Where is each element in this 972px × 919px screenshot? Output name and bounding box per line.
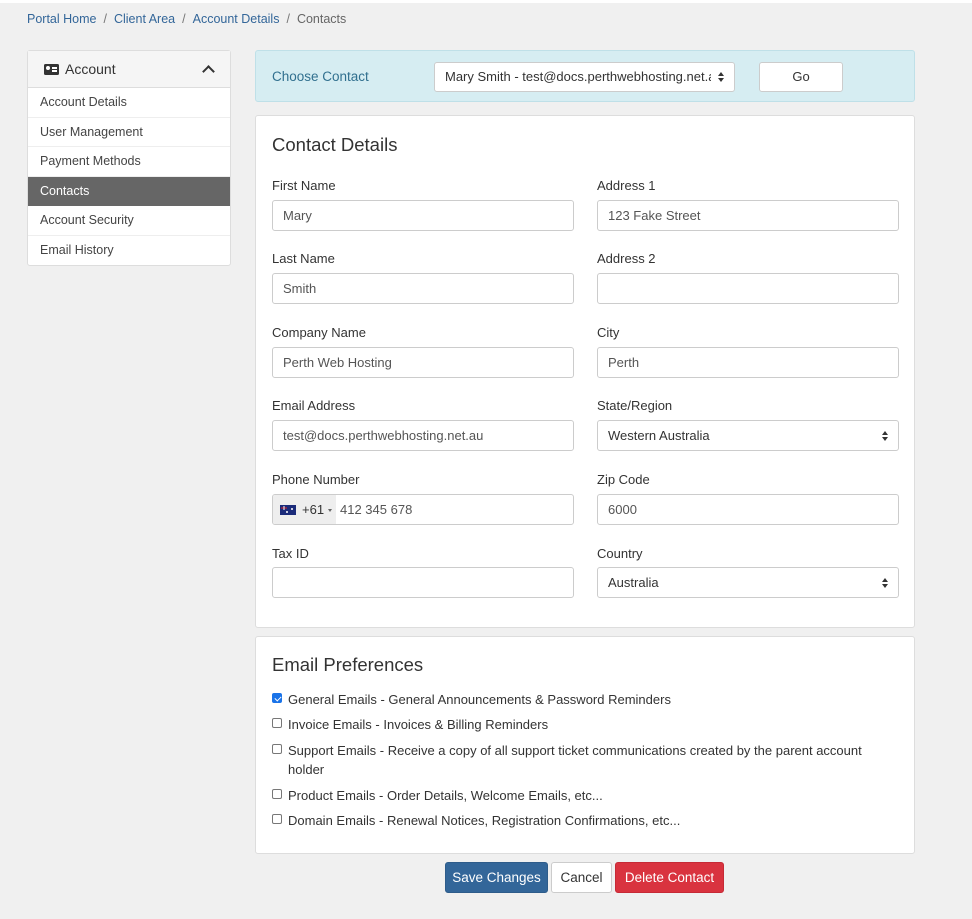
select-arrows-icon (882, 430, 889, 441)
breadcrumb-account-details[interactable]: Account Details (193, 12, 280, 26)
last-name-input[interactable]: Smith (272, 273, 574, 304)
contact-details-title: Contact Details (272, 134, 398, 155)
pref-invoice-emails: Invoice Emails - Invoices & Billing Remi… (272, 715, 892, 734)
contact-details-card: Contact Details First Name Mary Last Nam… (255, 115, 915, 628)
choose-contact-bar: Choose Contact Mary Smith - test@docs.pe… (255, 50, 915, 102)
sidebar-item-account-details[interactable]: Account Details (28, 88, 230, 118)
tax-id-input[interactable] (272, 567, 574, 598)
account-sidebar: Account Account Details User Management … (27, 50, 231, 266)
choose-contact-label: Choose Contact (272, 69, 369, 84)
sidebar-item-user-management[interactable]: User Management (28, 118, 230, 147)
sidebar-item-contacts[interactable]: Contacts (28, 176, 230, 206)
delete-contact-button[interactable]: Delete Contact (615, 862, 724, 893)
company-name-input[interactable]: Perth Web Hosting (272, 347, 574, 378)
save-changes-button[interactable]: Save Changes (445, 862, 548, 893)
state-region-label: State/Region (597, 398, 673, 413)
caret-down-icon (328, 508, 333, 512)
city-label: City (597, 325, 620, 340)
sidebar-title: Account (65, 61, 116, 77)
address2-input[interactable] (597, 273, 899, 304)
sidebar-item-account-security[interactable]: Account Security (28, 206, 230, 236)
phone-number-label: Phone Number (272, 472, 360, 487)
select-arrows-icon (882, 577, 889, 588)
last-name-label: Last Name (272, 251, 335, 266)
phone-number-field: +61 412 345 678 (272, 494, 574, 525)
select-arrows-icon (718, 72, 725, 82)
sidebar-header[interactable]: Account (28, 51, 230, 88)
first-name-input[interactable]: Mary (272, 200, 574, 231)
contact-select-value: Mary Smith - test@docs.perthwebhosting.n… (445, 69, 711, 84)
domain-emails-checkbox[interactable] (272, 814, 282, 824)
phone-number-input[interactable]: 412 345 678 (340, 502, 412, 517)
support-emails-checkbox[interactable] (272, 744, 282, 754)
city-input[interactable]: Perth (597, 347, 899, 378)
invoice-emails-checkbox[interactable] (272, 718, 282, 728)
zip-code-input[interactable]: 6000 (597, 494, 899, 525)
australia-flag-icon (280, 504, 296, 515)
sidebar-item-email-history[interactable]: Email History (28, 236, 230, 266)
go-button[interactable]: Go (759, 62, 843, 92)
email-address-label: Email Address (272, 398, 356, 413)
pref-domain-emails: Domain Emails - Renewal Notices, Registr… (272, 811, 892, 830)
breadcrumb-current: Contacts (296, 12, 347, 26)
address1-input[interactable]: 123 Fake Street (597, 200, 899, 231)
top-border (0, 0, 972, 3)
product-emails-label: Product Emails - Order Details, Welcome … (288, 788, 603, 803)
general-emails-checkbox[interactable] (272, 693, 282, 703)
email-preferences-title: Email Preferences (272, 654, 424, 675)
first-name-label: First Name (272, 178, 336, 193)
chevron-up-icon[interactable] (202, 65, 215, 78)
pref-general-emails: General Emails - General Announcements &… (272, 690, 892, 709)
pref-product-emails: Product Emails - Order Details, Welcome … (272, 786, 892, 805)
zip-code-label: Zip Code (597, 472, 650, 487)
product-emails-checkbox[interactable] (272, 789, 282, 799)
sidebar-item-payment-methods[interactable]: Payment Methods (28, 147, 230, 177)
address2-label: Address 2 (597, 251, 656, 266)
support-emails-label: Support Emails - Receive a copy of all s… (288, 743, 862, 777)
contact-select[interactable]: Mary Smith - test@docs.perthwebhosting.n… (434, 62, 735, 92)
breadcrumb-portal-home[interactable]: Portal Home (27, 12, 96, 26)
domain-emails-label: Domain Emails - Renewal Notices, Registr… (288, 813, 681, 828)
pref-support-emails: Support Emails - Receive a copy of all s… (272, 741, 892, 779)
address1-label: Address 1 (597, 178, 656, 193)
country-label: Country (597, 546, 643, 561)
email-preferences-card: Email Preferences General Emails - Gener… (255, 636, 915, 854)
cancel-button[interactable]: Cancel (551, 862, 612, 893)
country-value: Australia (608, 575, 659, 590)
breadcrumb-client-area[interactable]: Client Area (114, 12, 175, 26)
tax-id-label: Tax ID (272, 546, 309, 561)
id-card-icon (44, 63, 59, 75)
state-region-select[interactable]: Western Australia (597, 420, 899, 451)
dial-code: +61 (302, 502, 325, 517)
country-code-dropdown[interactable]: +61 (273, 495, 336, 524)
general-emails-label: General Emails - General Announcements &… (288, 692, 671, 707)
company-name-label: Company Name (272, 325, 366, 340)
state-region-value: Western Australia (608, 428, 710, 443)
breadcrumb: Portal Home / Client Area / Account Details /… (27, 12, 347, 26)
invoice-emails-label: Invoice Emails - Invoices & Billing Remi… (288, 717, 549, 732)
country-select[interactable]: Australia (597, 567, 899, 598)
email-address-input[interactable]: test@docs.perthwebhosting.net.au (272, 420, 574, 451)
